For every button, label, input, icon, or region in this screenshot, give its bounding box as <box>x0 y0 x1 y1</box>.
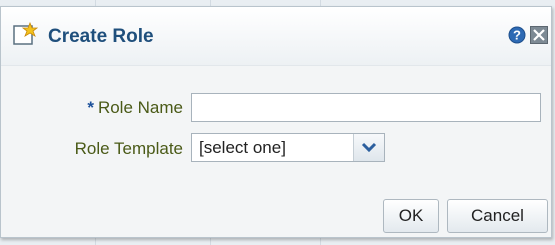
dialog-title-bar[interactable]: Create Role ? <box>1 7 551 66</box>
svg-text:?: ? <box>513 28 521 43</box>
required-marker: * <box>87 98 94 117</box>
role-name-label-text: Role Name <box>97 98 183 117</box>
create-role-dialog: Create Role ? * Role Name Role Template [… <box>0 6 552 238</box>
dropdown-button[interactable] <box>353 134 384 161</box>
cancel-button[interactable]: Cancel <box>447 199 548 233</box>
role-template-select[interactable]: [select one] <box>191 133 385 162</box>
ok-button[interactable]: OK <box>383 199 439 233</box>
create-role-icon <box>13 22 38 45</box>
role-name-input[interactable] <box>191 93 541 122</box>
role-name-label: * Role Name <box>41 98 183 118</box>
chevron-down-icon <box>361 142 377 153</box>
role-template-label: Role Template <box>74 139 183 158</box>
role-template-selected: [select one] <box>199 138 286 157</box>
close-icon[interactable] <box>530 26 548 44</box>
help-icon[interactable]: ? <box>508 26 526 44</box>
dialog-title: Create Role <box>48 26 154 47</box>
